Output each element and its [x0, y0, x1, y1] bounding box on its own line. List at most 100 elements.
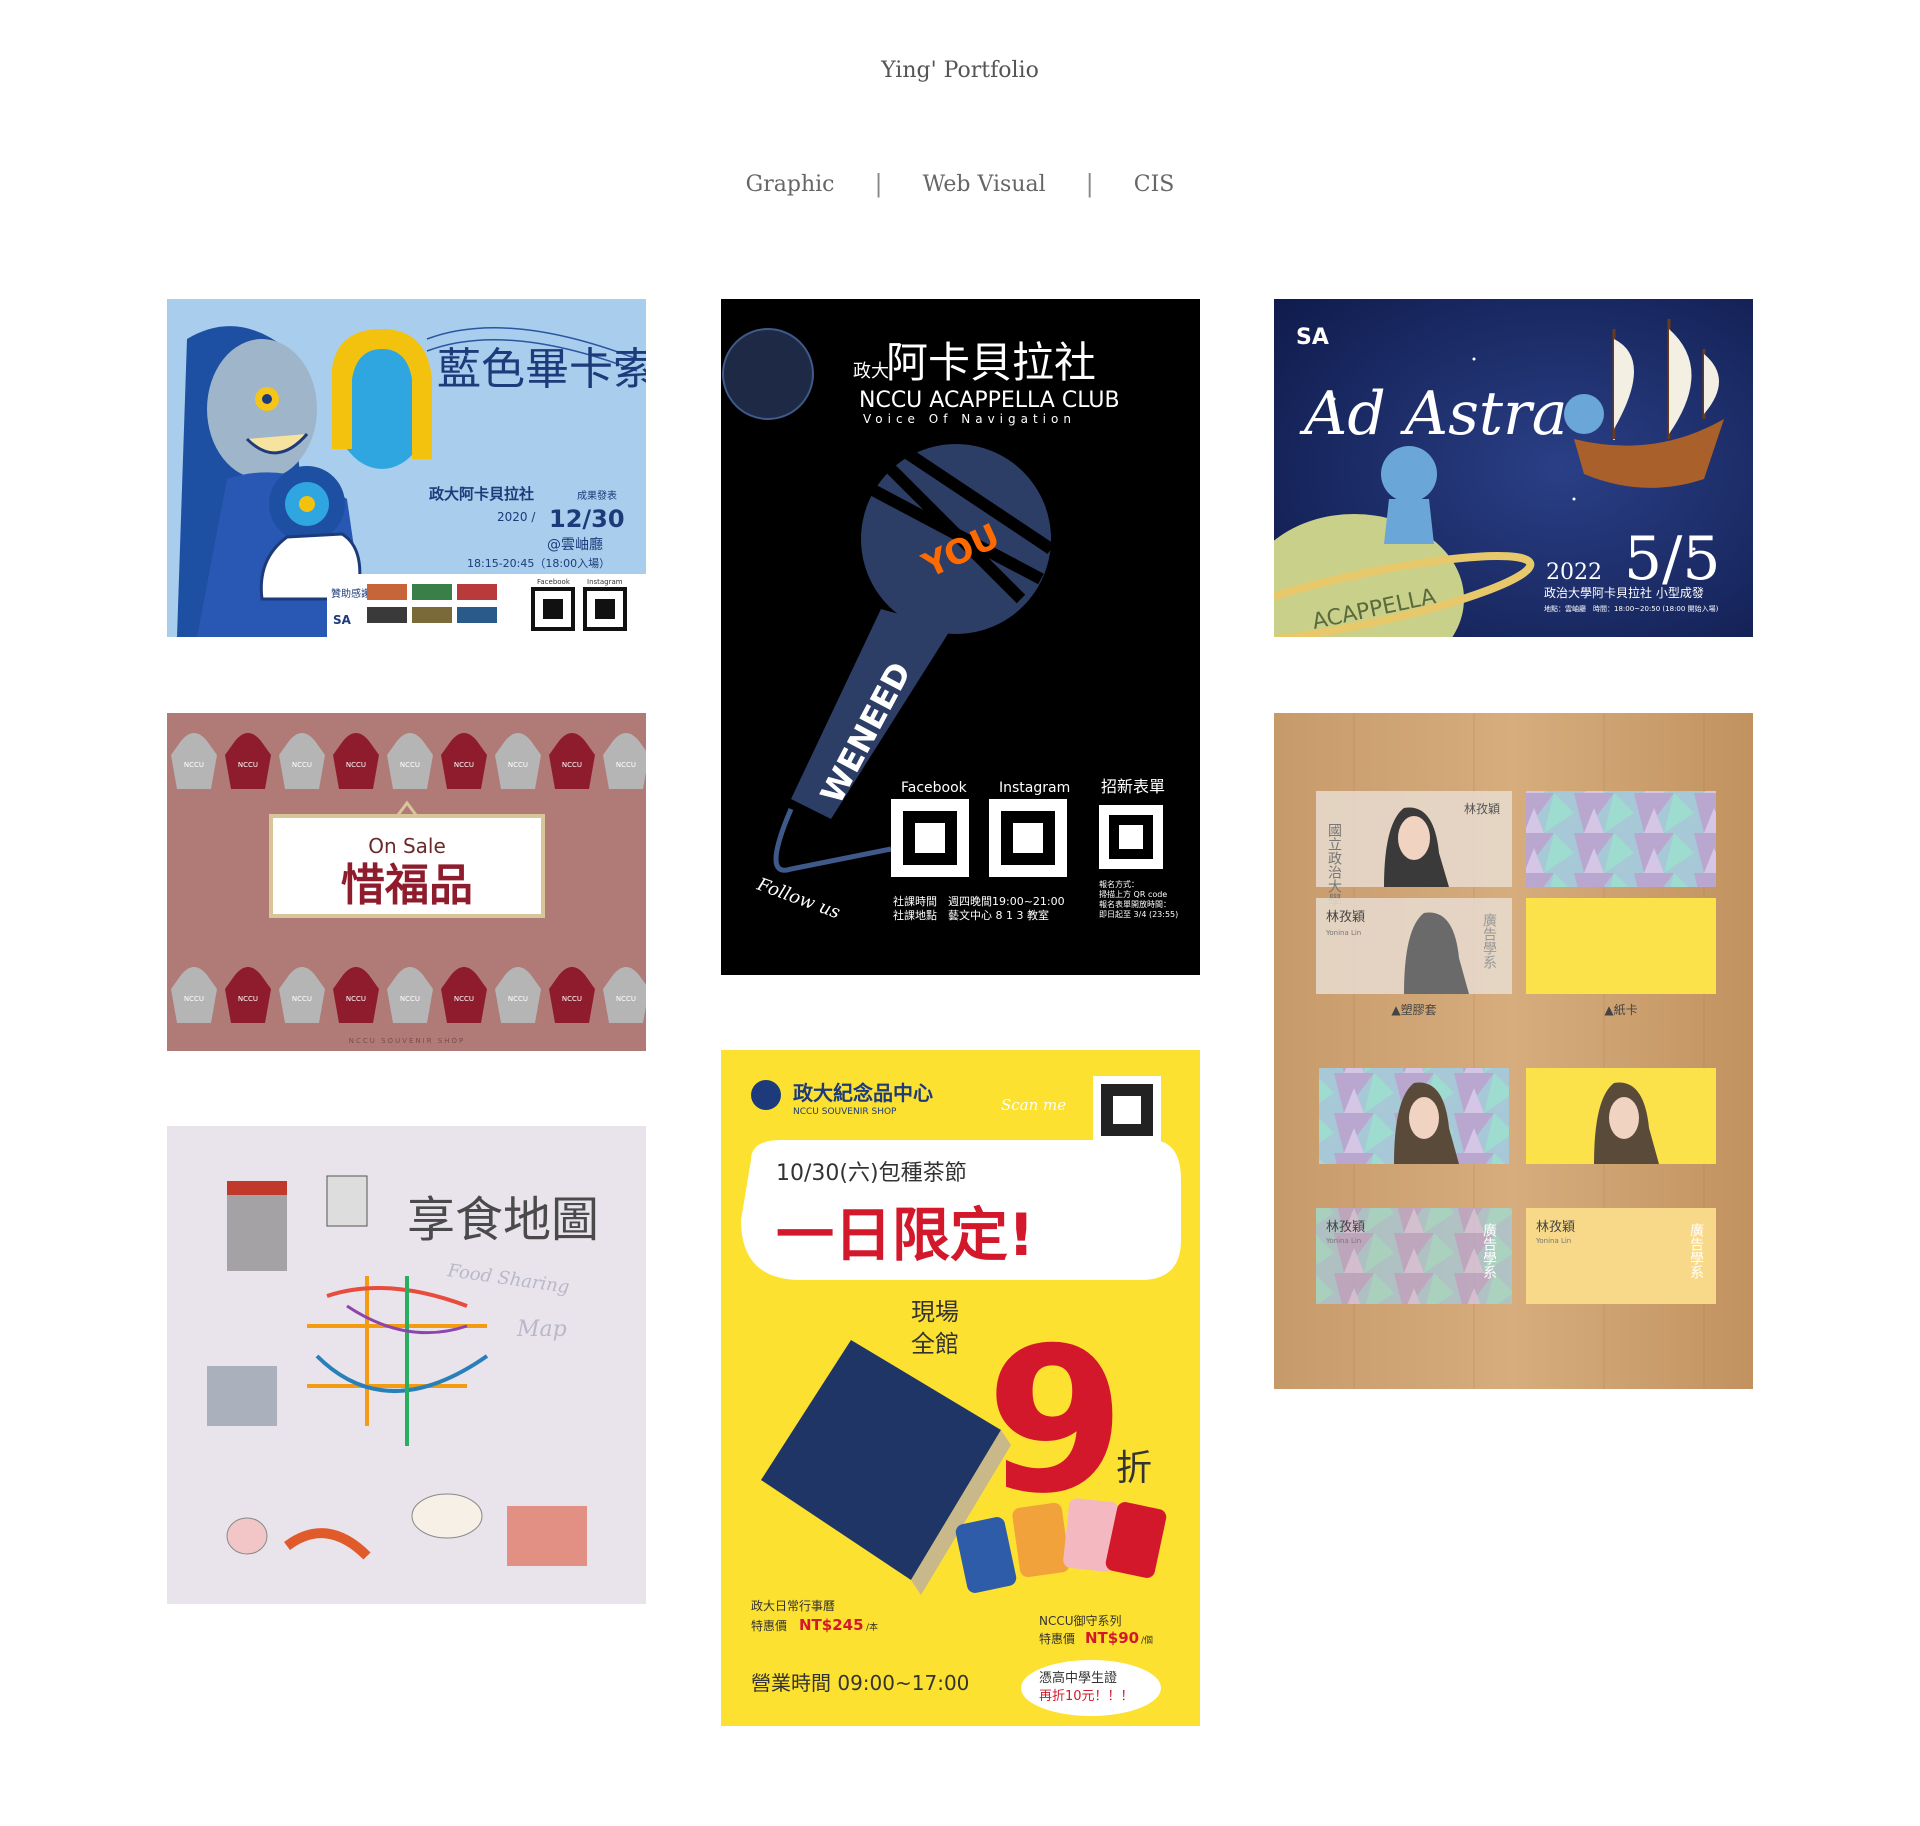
site-title[interactable]: Ying' Portfolio	[0, 58, 1920, 83]
acappella-club-art: 政大 阿卡貝拉社 NCCU ACAPPELLA CLUB Voice Of Na…	[721, 299, 1200, 975]
hoodie-label: NCCU	[508, 995, 528, 1003]
acappella-schedule: 社課時間 週四晚間19:00~21:00	[893, 894, 1065, 908]
tea-festival-art: 政大紀念品中心 NCCU SOUVENIR SHOP Scan me 10/30…	[721, 1050, 1200, 1726]
blue-picasso-sponsor: 贊助感謝	[331, 587, 371, 600]
hoodie-label: NCCU	[616, 995, 636, 1003]
tea-student2: 再折10元！！！	[1039, 1689, 1134, 1704]
tea-shop: 政大紀念品中心	[793, 1081, 933, 1105]
tea-scan: Scan me	[1001, 1096, 1066, 1114]
acappella-form-label: 招新表單	[1101, 777, 1165, 796]
on-sale-label-en: On Sale	[368, 834, 446, 858]
hoodie-label: NCCU	[508, 761, 528, 769]
ad-astra-date: 5/5	[1624, 524, 1721, 594]
tea-zhe: 折	[1116, 1448, 1152, 1489]
ad-astra-detail: 地點：雲岫廳 時間：18:00~20:50 (18:00 開始入場)	[1544, 604, 1719, 613]
plastic-caption: ▲塑膠套	[1391, 1002, 1436, 1017]
acappella-signup2: 掃描上方 QR code	[1099, 889, 1167, 899]
hoodie-label: NCCU	[400, 761, 420, 769]
tea-event: 10/30(六)包種茶節	[776, 1161, 967, 1186]
work-food-map[interactable]: 享食地圖 Food Sharing Map	[167, 1126, 646, 1604]
blue-picasso-time: 18:15-20:45（18:00入場）	[467, 557, 610, 570]
card5-name-en: Yonina Lin	[1325, 1237, 1361, 1245]
work-ad-astra[interactable]: SA Ad Astra ACAPPELLA 2022 5/5 政治大學阿卡貝拉社…	[1274, 299, 1753, 637]
category-nav: Graphic | Web Visual | CIS	[0, 170, 1920, 198]
acappella-club-en: NCCU ACAPPELLA CLUB	[859, 388, 1120, 413]
card6-name-en: Yonina Lin	[1535, 1237, 1571, 1245]
blue-picasso-title: 藍色畢卡索	[437, 344, 646, 395]
work-business-cards[interactable]: 國立政治大學 林孜穎 林孜穎 Yonina Lin 廣告學系 ▲塑膠套 ▲紙卡 …	[1274, 713, 1753, 1389]
card1-dept: 國立政治大學	[1326, 823, 1342, 907]
tea-price1-unit: /本	[866, 1621, 878, 1633]
blue-picasso-venue: @雲岫廳	[547, 536, 603, 553]
acappella-facebook-label: Facebook	[901, 780, 968, 796]
card5-name: 林孜穎	[1326, 1220, 1365, 1235]
card6-dept: 廣告學系	[1688, 1222, 1704, 1279]
tea-price1: NT$245	[799, 1616, 864, 1634]
hoodie-label: NCCU	[292, 995, 312, 1003]
hoodie-label: NCCU	[346, 995, 366, 1003]
blue-picasso-note: 成果發表	[577, 489, 617, 502]
food-map-en2: Map	[516, 1317, 567, 1342]
acappella-signup: 報名方式：	[1099, 879, 1139, 889]
tea-price2-label: 特惠價	[1039, 1631, 1075, 1646]
hoodie-label: NCCU	[184, 995, 204, 1003]
hoodie-label: NCCU	[238, 995, 258, 1003]
card2-dept: 廣告學系	[1481, 912, 1497, 969]
acappella-signup3: 報名表單開放時間：	[1099, 899, 1171, 909]
work-tea-festival[interactable]: 政大紀念品中心 NCCU SOUVENIR SHOP Scan me 10/30…	[721, 1050, 1200, 1726]
tea-price1-label: 特惠價	[751, 1618, 787, 1633]
acappella-tagline: Voice Of Navigation	[863, 412, 1076, 426]
blue-picasso-facebook: Facebook	[537, 578, 571, 586]
card2-name: 林孜穎	[1326, 910, 1365, 925]
food-map-title: 享食地圖	[407, 1192, 599, 1248]
blue-picasso-subtitle: 政大阿卡貝拉社	[429, 485, 534, 503]
acappella-signup4: 即日起至 3/4 (23:55)	[1099, 910, 1178, 919]
hoodie-label: NCCU	[346, 761, 366, 769]
tea-student1: 憑高中學生證	[1039, 1670, 1117, 1686]
blue-picasso-date: 12/30	[549, 505, 625, 533]
work-blue-picasso[interactable]: 藍色畢卡索 政大阿卡貝拉社 成果發表 2020 / 12/30 @雲岫廳 18:…	[167, 299, 646, 637]
hoodie-label: NCCU	[292, 761, 312, 769]
hoodie-label: NCCU	[184, 761, 204, 769]
business-cards-art: 國立政治大學 林孜穎 林孜穎 Yonina Lin 廣告學系 ▲塑膠套 ▲紙卡 …	[1274, 713, 1753, 1389]
card5-dept: 廣告學系	[1481, 1222, 1497, 1279]
nav-graphic[interactable]: Graphic	[706, 172, 875, 197]
hoodie-label: NCCU	[616, 761, 636, 769]
nav-separator: |	[1085, 170, 1094, 198]
on-sale-footer: NCCU SOUVENIR SHOP	[349, 1037, 465, 1045]
card2-name-en: Yonina Lin	[1325, 929, 1361, 937]
ad-astra-year: 2022	[1546, 560, 1602, 585]
work-acappella-club[interactable]: 政大 阿卡貝拉社 NCCU ACAPPELLA CLUB Voice Of Na…	[721, 299, 1200, 975]
tea-shop-en: NCCU SOUVENIR SHOP	[793, 1107, 897, 1117]
card6-name: 林孜穎	[1536, 1220, 1575, 1235]
on-sale-art: NCCU NCCU NCCU NCCU NCCU NCCU NCCU NCCU NCCU NCC…	[167, 713, 646, 1051]
ad-astra-subtitle: 政治大學阿卡貝拉社 小型成發	[1544, 585, 1704, 600]
hoodie-label: NCCU	[562, 995, 582, 1003]
acappella-place: 社課地點 藝文中心 8 1 3 教室	[893, 908, 1049, 922]
acappella-title-small: 政大	[853, 361, 889, 382]
paper-caption: ▲紙卡	[1604, 1002, 1637, 1017]
tea-item1: 政大日常行事曆	[751, 1599, 835, 1613]
tea-price2: NT$90	[1085, 1629, 1139, 1647]
tea-hours: 營業時間 09:00~17:00	[751, 1671, 969, 1695]
blue-picasso-instagram: Instagram	[587, 578, 623, 586]
tea-item2: NCCU御守系列	[1039, 1613, 1122, 1628]
hoodie-label: NCCU	[454, 995, 474, 1003]
ad-astra-badge: SA	[1296, 325, 1329, 350]
food-map-art: 享食地圖 Food Sharing Map	[167, 1126, 646, 1604]
tea-price2-unit: /個	[1141, 1634, 1153, 1646]
nav-web-visual[interactable]: Web Visual	[883, 172, 1086, 197]
hoodie-label: NCCU	[562, 761, 582, 769]
nav-cis[interactable]: CIS	[1094, 172, 1215, 197]
tea-all: 全館	[911, 1330, 959, 1358]
nav-separator: |	[874, 170, 883, 198]
hoodie-label: NCCU	[454, 761, 474, 769]
tea-headline: 一日限定!	[776, 1201, 1034, 1269]
ad-astra-title: Ad Astra	[1299, 379, 1568, 449]
blue-picasso-year: 2020 /	[497, 510, 536, 524]
blue-picasso-badge: SA	[333, 613, 352, 627]
tea-onsite: 現場	[911, 1298, 959, 1326]
work-on-sale[interactable]: NCCU NCCU NCCU NCCU NCCU NCCU NCCU NCCU NCCU NCC…	[167, 713, 646, 1051]
ad-astra-art: SA Ad Astra ACAPPELLA 2022 5/5 政治大學阿卡貝拉社…	[1274, 299, 1753, 637]
hoodie-label: NCCU	[238, 761, 258, 769]
